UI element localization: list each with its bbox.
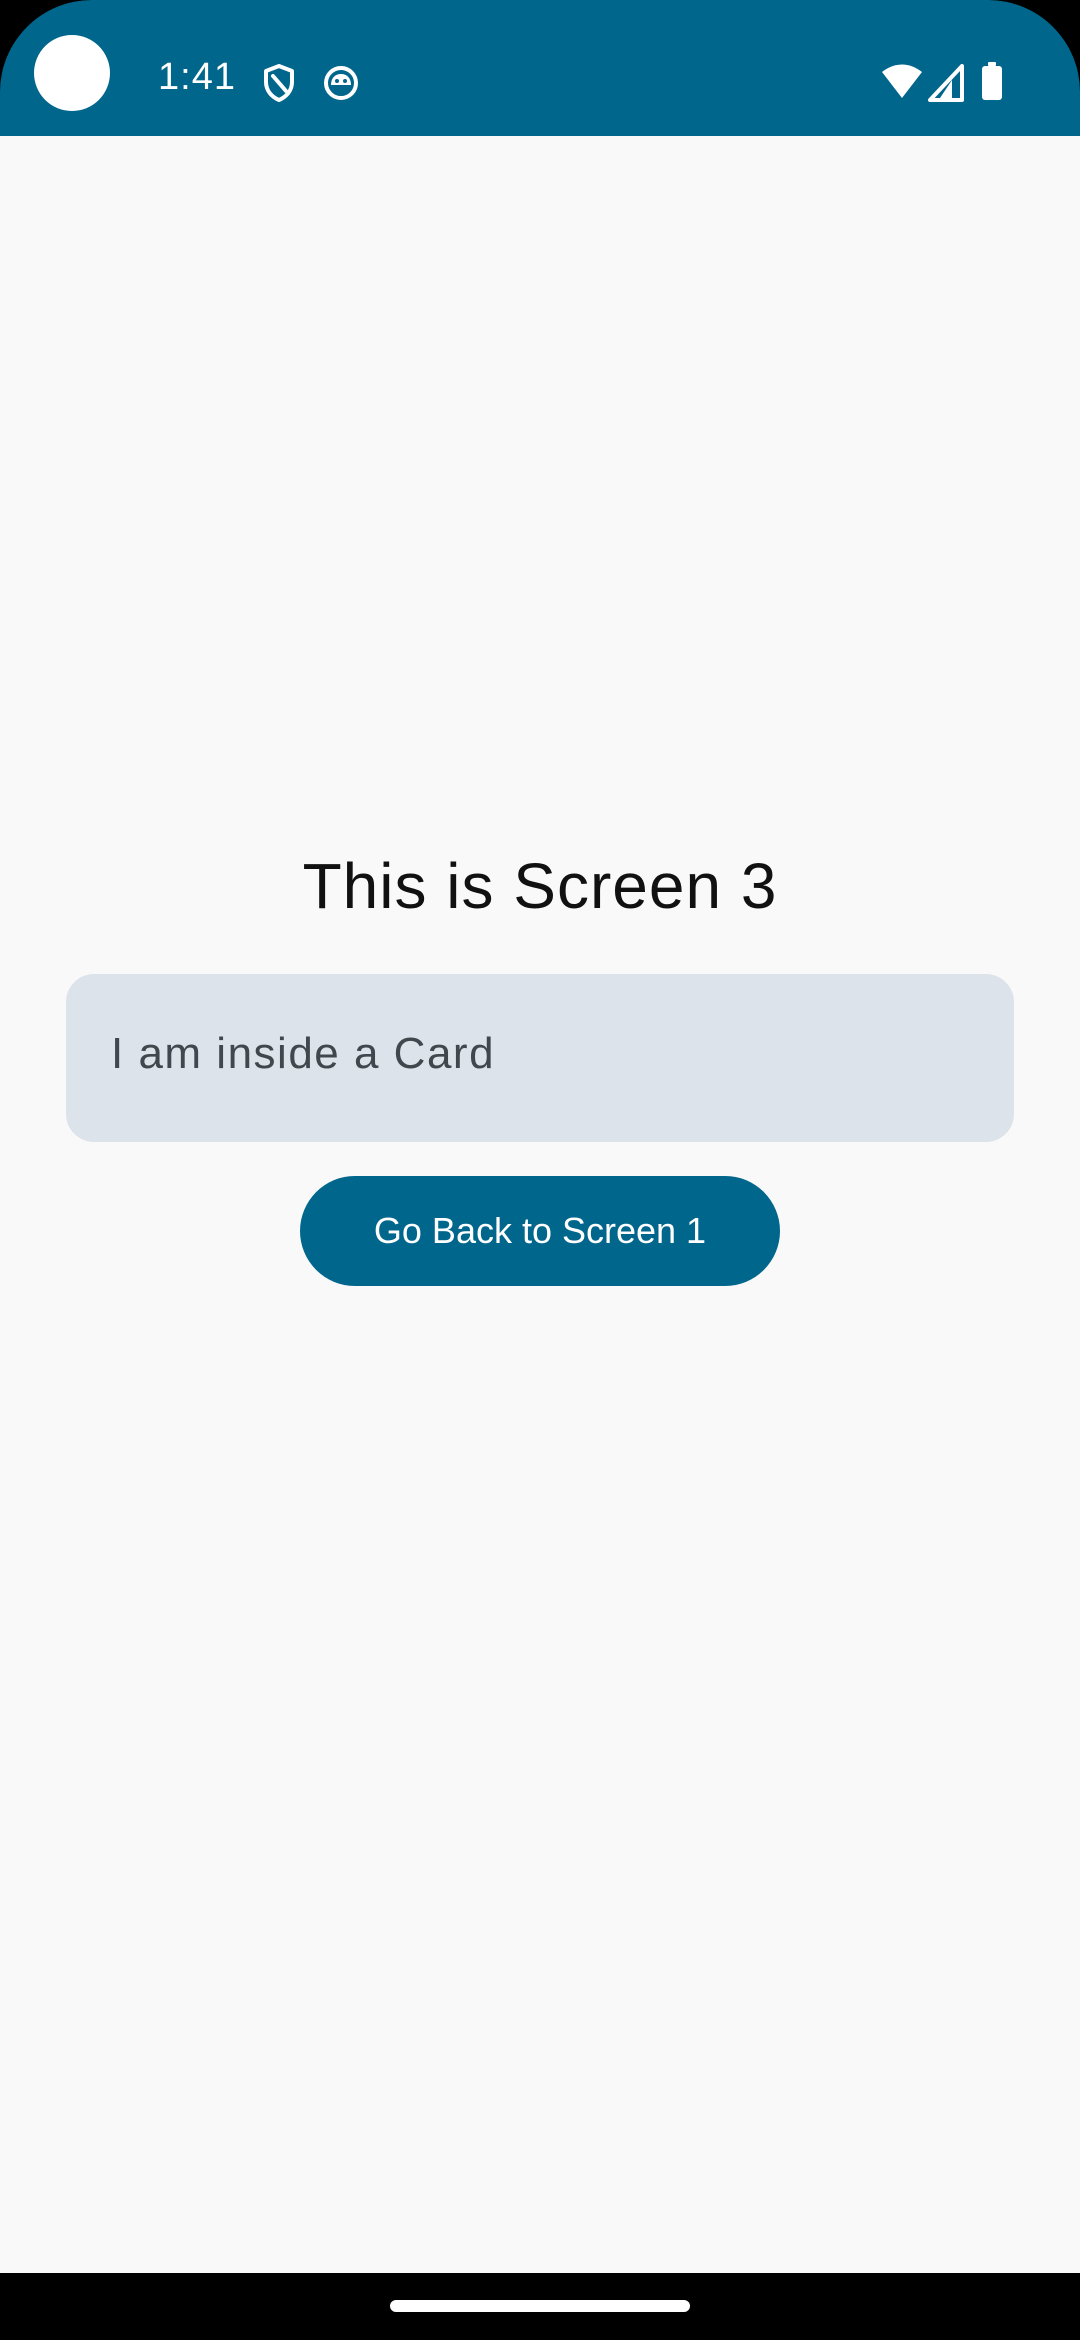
- status-bar: 1:41: [0, 0, 1080, 136]
- battery-icon: [982, 62, 1002, 100]
- status-time: 1:41: [158, 56, 236, 98]
- go-back-button-label: Go Back to Screen 1: [373, 1210, 707, 1251]
- camera-cutout: [34, 35, 110, 111]
- app-screen: 1:41 This is Screen 3 I am inside a Card: [0, 0, 1080, 2340]
- screen-bottom-corners: [0, 2274, 1080, 2340]
- shield-icon: [264, 64, 294, 102]
- home-gesture-handle[interactable]: [390, 2300, 690, 2312]
- cell-signal-icon: [928, 64, 964, 102]
- go-back-button[interactable]: Go Back to Screen 1: [300, 1176, 780, 1286]
- info-card: I am inside a Card: [66, 974, 1014, 1142]
- wifi-icon: [882, 64, 922, 98]
- card-text: I am inside a Card: [111, 1029, 496, 1078]
- android-debug-icon: [324, 66, 358, 100]
- page-title: This is Screen 3: [302, 850, 778, 922]
